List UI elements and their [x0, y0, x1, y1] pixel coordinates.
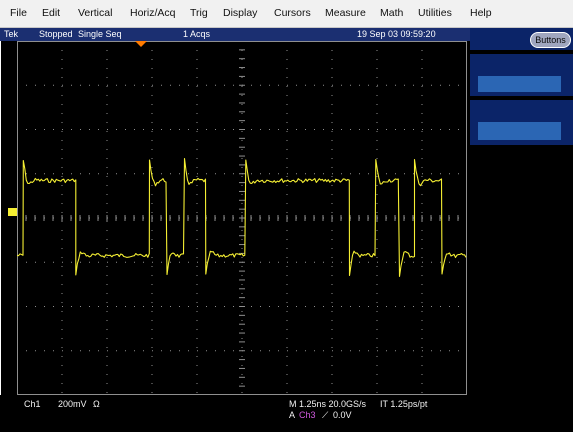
acquisition-count: 1 Acqs — [183, 29, 211, 39]
ch1-ground-marker[interactable] — [8, 208, 17, 216]
menu-bar: File Edit Vertical Horiz/Acq Trig Displa… — [0, 0, 573, 28]
trigger-source: Ch3 — [299, 410, 316, 420]
brand-label: Tek — [4, 29, 19, 39]
menu-math[interactable]: Math — [380, 7, 403, 19]
control-panel-bottom-fill — [478, 122, 561, 140]
acquisition-mode: Single Seq — [78, 29, 122, 39]
waveform-display[interactable] — [17, 41, 467, 395]
menu-vertical[interactable]: Vertical — [78, 7, 112, 19]
menu-cursors[interactable]: Cursors — [274, 7, 311, 19]
channel-marker-area — [8, 208, 17, 216]
readout-bar: Ch1 200mV Ω M 1.25ns 20.0GS/s IT 1.25ps/… — [0, 395, 470, 432]
graticule-canvas — [17, 41, 467, 395]
menu-help[interactable]: Help — [470, 7, 492, 19]
status-bar: Tek Stopped Single Seq 1 Acqs 19 Sep 03 … — [0, 28, 470, 41]
control-panel-bottom[interactable] — [470, 100, 573, 145]
side-panel: Buttons — [470, 28, 573, 432]
menu-utilities[interactable]: Utilities — [418, 7, 452, 19]
menu-edit[interactable]: Edit — [42, 7, 60, 19]
menu-display[interactable]: Display — [223, 7, 257, 19]
buttons-strip: Buttons — [470, 28, 573, 50]
menu-file[interactable]: File — [10, 7, 27, 19]
trigger-label: A — [289, 410, 296, 420]
menu-horiz-acq[interactable]: Horiz/Acq — [130, 7, 176, 19]
trigger-level: 0.0V — [333, 410, 352, 420]
control-panel-top-fill — [478, 76, 561, 92]
trigger-position-icon — [135, 41, 147, 47]
interpolation-readout: IT 1.25ps/pt — [380, 399, 428, 409]
timebase-readout: M 1.25ns 20.0GS/s — [289, 399, 367, 409]
ch1-marker-box — [8, 208, 17, 216]
impedance-symbol: Ω — [93, 399, 100, 409]
channel-label: Ch1 — [24, 399, 41, 409]
date-time: 19 Sep 03 09:59:20 — [357, 29, 436, 39]
menu-measure[interactable]: Measure — [325, 7, 366, 19]
menu-trig[interactable]: Trig — [190, 7, 208, 19]
trigger-slope-icon: ⟋ — [322, 410, 329, 420]
vertical-scale: 200mV — [58, 399, 87, 409]
trigger-position-marker[interactable] — [134, 41, 148, 49]
buttons-button[interactable]: Buttons — [530, 32, 571, 48]
acquisition-state: Stopped — [39, 29, 73, 39]
control-panel-top[interactable] — [470, 54, 573, 96]
